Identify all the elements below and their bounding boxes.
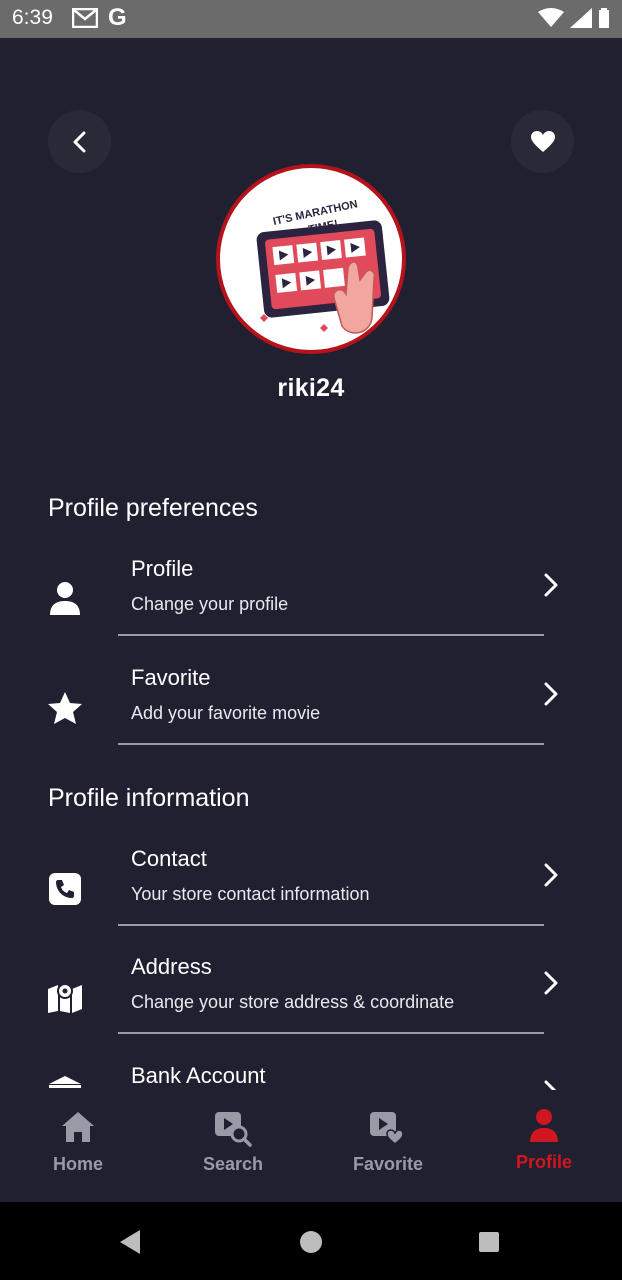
nav-favorite[interactable]: Favorite bbox=[310, 1090, 466, 1202]
bank-icon bbox=[46, 1071, 84, 1090]
menu-item-title: Contact bbox=[131, 846, 207, 871]
chevron-left-icon bbox=[73, 131, 85, 152]
menu-item-subtitle: Change your store address & coordinate bbox=[131, 992, 455, 1012]
menu-item-profile[interactable]: Profile Change your profile bbox=[0, 556, 622, 656]
username: riki24 bbox=[277, 374, 345, 402]
nav-label: Profile bbox=[515, 1152, 572, 1172]
menu-item-title: Address bbox=[131, 954, 212, 979]
divider bbox=[118, 743, 544, 745]
person-icon bbox=[528, 1108, 560, 1149]
menu-item-subtitle: Change your profile bbox=[131, 594, 289, 614]
divider bbox=[118, 1032, 544, 1034]
home-circle-icon[interactable] bbox=[299, 1230, 323, 1254]
chevron-right-icon bbox=[540, 862, 562, 893]
back-button[interactable] bbox=[48, 110, 111, 173]
star-icon bbox=[46, 689, 84, 727]
phone-icon bbox=[46, 870, 84, 908]
nav-label: Favorite bbox=[352, 1154, 424, 1174]
system-nav-bar bbox=[0, 1202, 622, 1280]
chevron-right-icon bbox=[540, 572, 562, 603]
heart-icon bbox=[530, 130, 555, 152]
map-icon bbox=[46, 978, 84, 1016]
menu-item-title: Bank Account bbox=[131, 1063, 266, 1088]
signal-icon bbox=[570, 8, 592, 28]
bottom-nav: Home Search Favorite Profile bbox=[0, 1090, 622, 1202]
google-icon: G bbox=[108, 4, 127, 31]
status-time: 6:39 bbox=[12, 6, 53, 29]
battery-icon bbox=[599, 8, 609, 28]
chevron-right-icon bbox=[540, 970, 562, 1001]
status-icons bbox=[538, 8, 610, 28]
section-title-preferences: Profile preferences bbox=[48, 494, 258, 522]
nav-label: Search bbox=[202, 1154, 264, 1174]
chevron-right-icon bbox=[540, 1079, 562, 1090]
menu-item-bank-account[interactable]: Bank Account bbox=[0, 1063, 622, 1090]
recents-square-icon[interactable] bbox=[478, 1231, 500, 1253]
favorite-button[interactable] bbox=[511, 110, 574, 173]
nav-profile[interactable]: Profile bbox=[466, 1090, 622, 1202]
menu-item-title: Profile bbox=[131, 556, 194, 581]
wifi-icon bbox=[538, 8, 564, 27]
menu-item-subtitle: Add your favorite movie bbox=[131, 703, 321, 723]
divider bbox=[118, 634, 544, 636]
menu-item-contact[interactable]: Contact Your store contact information bbox=[0, 846, 622, 946]
video-search-icon bbox=[213, 1110, 253, 1153]
menu-item-address[interactable]: Address Change your store address & coor… bbox=[0, 954, 622, 1054]
nav-label: Home bbox=[52, 1154, 103, 1174]
nav-home[interactable]: Home bbox=[0, 1090, 156, 1202]
menu-item-title: Favorite bbox=[131, 665, 211, 690]
video-heart-icon bbox=[368, 1110, 408, 1153]
status-bar: 6:39 G bbox=[0, 0, 622, 38]
menu-item-subtitle: Your store contact information bbox=[131, 884, 370, 904]
nav-search[interactable]: Search bbox=[155, 1090, 311, 1202]
section-title-information: Profile information bbox=[48, 784, 250, 812]
menu-item-favorite[interactable]: Favorite Add your favorite movie bbox=[0, 665, 622, 765]
chevron-right-icon bbox=[540, 681, 562, 712]
divider bbox=[118, 924, 544, 926]
gmail-icon bbox=[71, 7, 99, 33]
home-icon bbox=[60, 1110, 96, 1149]
person-icon bbox=[46, 580, 84, 618]
back-triangle-icon[interactable] bbox=[118, 1229, 142, 1255]
avatar[interactable]: IT'S MARATHON TIME! bbox=[216, 164, 406, 354]
